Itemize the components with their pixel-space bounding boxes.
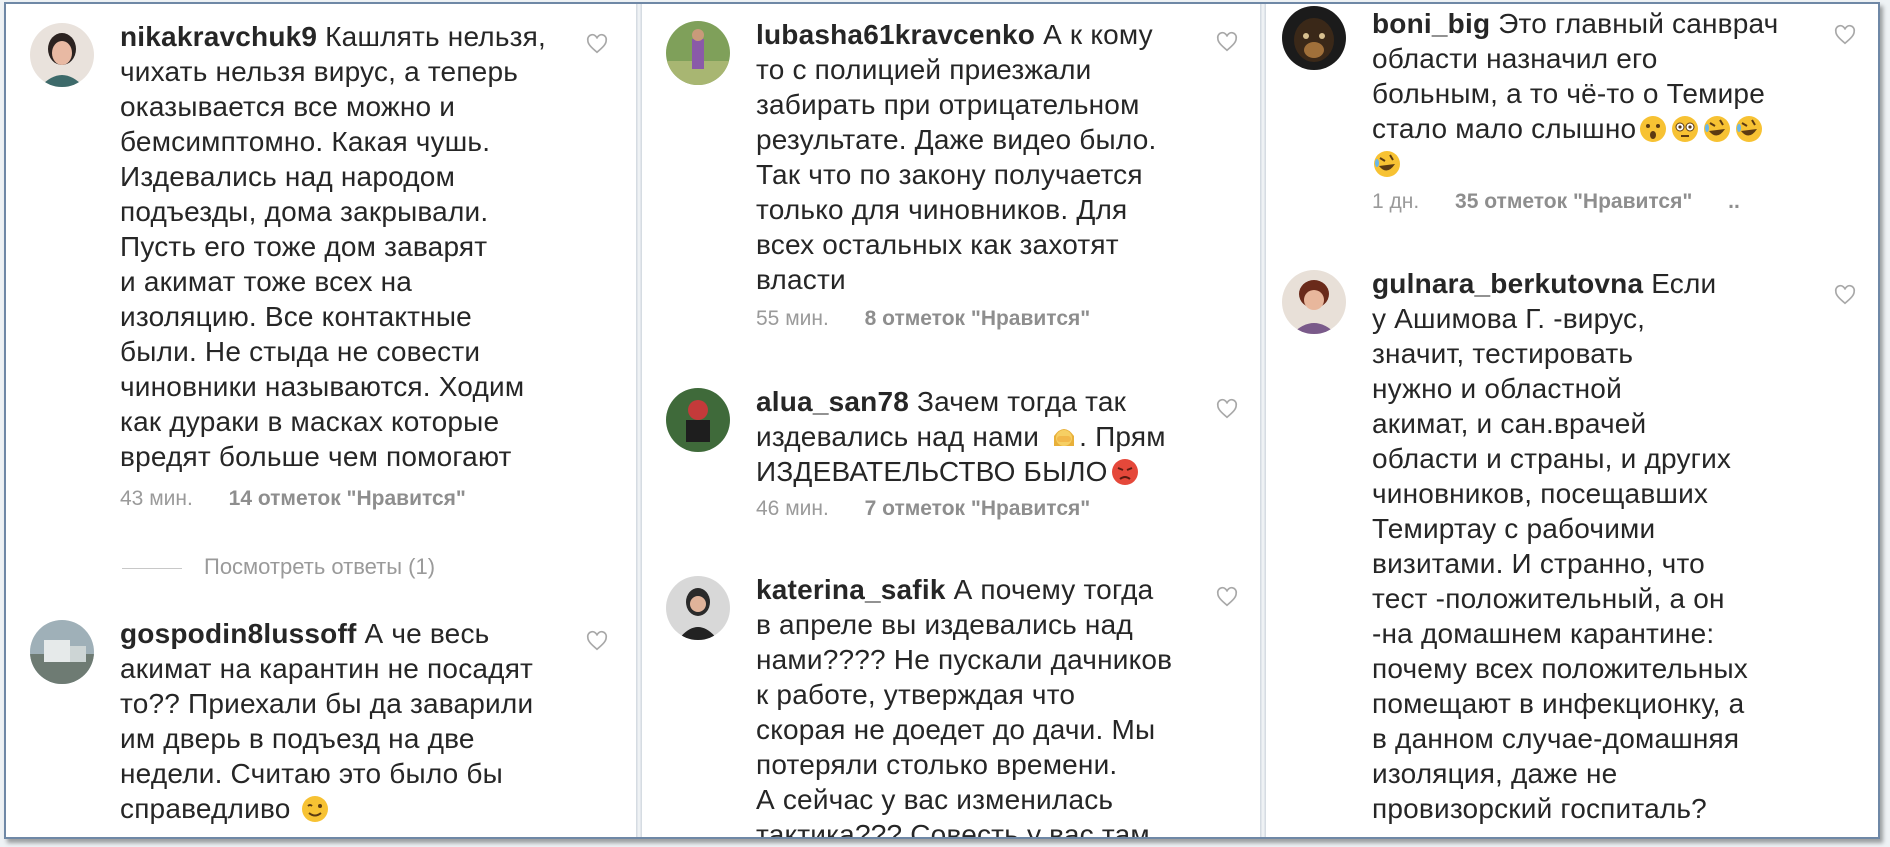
flushed-face-emoji (1670, 114, 1700, 144)
heart-outline-icon[interactable] (1834, 24, 1856, 46)
avatar[interactable] (1282, 270, 1346, 334)
comment-time: 46 мин. (756, 497, 829, 520)
heart-outline-icon[interactable] (1216, 586, 1238, 608)
astonished-face-emoji (1638, 114, 1668, 144)
column-divider (636, 4, 642, 837)
heart-outline-icon[interactable] (1216, 31, 1238, 53)
comment-username[interactable]: nikakravchuk9 (120, 21, 317, 52)
comment-text: boni_big Это главный санврач области наз… (1372, 6, 1778, 181)
comment-time: 43 мин. (120, 487, 193, 510)
comment-meta: 43 мин. 14 отметок "Нравится" (120, 487, 466, 511)
comment-meta: 46 мин. 7 отметок "Нравится" (756, 497, 1090, 521)
rolling-on-floor-laughing-emoji (1372, 149, 1402, 179)
rolling-on-floor-laughing-emoji (1702, 114, 1732, 144)
more-options[interactable]: .. (1728, 190, 1740, 213)
comments-column-3: boni_big Это главный санврач области наз… (1282, 4, 1878, 837)
comment-text: lubasha61kravcenko А к кому то с полицие… (756, 19, 1157, 295)
avatar[interactable] (666, 388, 730, 452)
heart-outline-icon[interactable] (586, 33, 608, 55)
comment-username[interactable]: gospodin8lussoff (120, 618, 357, 649)
comment-meta: 55 мин. 8 отметок "Нравится" (756, 307, 1090, 331)
comment-username[interactable]: gulnara_berkutovna (1372, 268, 1643, 299)
heart-outline-icon[interactable] (586, 630, 608, 652)
comment-meta: 1 дн. 35 отметок "Нравится" .. (1372, 190, 1740, 214)
column-divider (1260, 4, 1266, 837)
avatar[interactable] (30, 620, 94, 684)
avatar[interactable] (1282, 6, 1346, 70)
comment-username[interactable]: katerina_safik (756, 574, 946, 605)
view-replies-link[interactable]: Посмотреть ответы (1) (122, 554, 435, 580)
comments-column-1: nikakravchuk9 Кашлять нельзя, чихать нел… (30, 4, 620, 837)
avatar[interactable] (666, 21, 730, 85)
likes-count[interactable]: 7 отметок "Нравится" (865, 497, 1091, 520)
avatar[interactable] (666, 576, 730, 640)
likes-count[interactable]: 35 отметок "Нравится" (1455, 190, 1692, 213)
rolling-on-floor-laughing-emoji (1734, 114, 1764, 144)
avatar[interactable] (30, 23, 94, 87)
pouting-face-emoji (1110, 457, 1140, 487)
comment-text: gulnara_berkutovna Если у Ашимова Г. -ви… (1372, 268, 1748, 824)
comment-text: gospodin8lussoff А че весь акимат на кар… (120, 618, 534, 824)
comment-time: 1 дн. (1372, 190, 1420, 213)
comment-text: alua_san78 Зачем тогда так издевались на… (756, 386, 1166, 487)
winking-face-emoji (300, 794, 330, 824)
comment-username[interactable]: lubasha61kravcenko (756, 19, 1035, 50)
comments-column-2: lubasha61kravcenko А к кому то с полицие… (666, 4, 1246, 837)
comment-text: nikakravchuk9 Кашлять нельзя, чихать нел… (120, 21, 547, 472)
comment-time: 55 мин. (756, 307, 829, 330)
replies-divider (122, 567, 182, 569)
screenshot-collage: nikakravchuk9 Кашлять нельзя, чихать нел… (4, 2, 1880, 839)
comment-text: katerina_safik А почему тогда в апреле в… (756, 574, 1173, 839)
heart-outline-icon[interactable] (1834, 284, 1856, 306)
likes-count[interactable]: 14 отметок "Нравится" (229, 487, 466, 510)
heart-outline-icon[interactable] (1216, 398, 1238, 420)
woman-facepalming-emoji (1049, 422, 1079, 452)
comment-username[interactable]: boni_big (1372, 8, 1490, 39)
likes-count[interactable]: 8 отметок "Нравится" (865, 307, 1091, 330)
comment-username[interactable]: alua_san78 (756, 386, 909, 417)
